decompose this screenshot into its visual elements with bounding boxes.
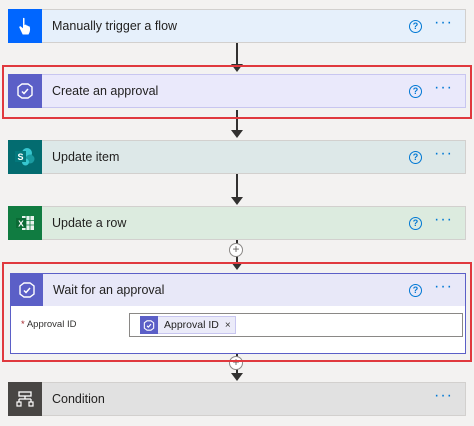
step-icon-box: S [8,139,42,174]
help-icon[interactable]: ? [409,150,423,164]
field-label-text: Approval ID [26,319,77,330]
connector-line [236,174,238,199]
svg-text:S: S [17,152,23,162]
approval-id-label: * Approval ID [21,319,76,330]
step-update-row[interactable]: X Update a row ? ··· [8,205,466,240]
step-title: Wait for an approval [53,283,165,297]
condition-icon [16,390,34,407]
step-icon-box [8,73,42,108]
arrow-down-icon [231,373,243,381]
step-icon-box [8,381,42,416]
approval-icon [17,82,33,99]
svg-text:X: X [18,218,24,228]
step-title: Create an approval [52,84,159,98]
step-update-item[interactable]: S Update item ? ··· [8,139,466,174]
step-title: Update a row [52,216,127,230]
step-condition[interactable]: Condition ··· [8,381,466,416]
help-icon[interactable]: ? [409,19,423,33]
step-icon-box [8,8,42,43]
more-options-button[interactable]: ··· [434,279,453,298]
help-icon[interactable]: ? [409,216,423,230]
step-title: Update item [52,150,120,164]
arrow-down-icon [231,130,243,138]
add-step-button[interactable]: + [229,243,243,257]
excel-icon: X [16,215,34,230]
step-icon-box [11,274,43,306]
more-options-button[interactable]: ··· [434,388,453,407]
approval-icon [19,282,35,298]
step-manual-trigger[interactable]: Manually trigger a flow ? ··· [8,8,466,43]
step-header[interactable]: Wait for an approval ? ··· [11,274,465,306]
help-icon[interactable]: ? [409,84,423,98]
more-options-button[interactable]: ··· [434,15,453,34]
approval-icon [140,316,158,334]
more-options-button[interactable]: ··· [434,146,453,165]
more-options-button[interactable]: ··· [434,212,453,231]
hand-pointer-icon [19,17,31,34]
step-title: Condition [52,392,105,406]
help-icon[interactable]: ? [409,283,423,297]
step-create-approval[interactable]: Create an approval ? ··· [8,73,466,108]
token-label: Approval ID [164,319,219,331]
required-marker: * [21,319,25,330]
step-title: Manually trigger a flow [52,19,178,33]
connector-line [236,42,238,66]
approval-id-input[interactable]: Approval ID × [129,313,463,337]
remove-token-button[interactable]: × [225,320,231,331]
more-options-button[interactable]: ··· [434,80,453,99]
arrow-down-icon [231,197,243,205]
dynamic-content-token[interactable]: Approval ID × [140,316,236,334]
sharepoint-icon: S [15,147,35,165]
step-icon-box: X [8,205,42,240]
step-wait-approval[interactable]: Wait for an approval ? ··· * Approval ID… [10,273,466,354]
